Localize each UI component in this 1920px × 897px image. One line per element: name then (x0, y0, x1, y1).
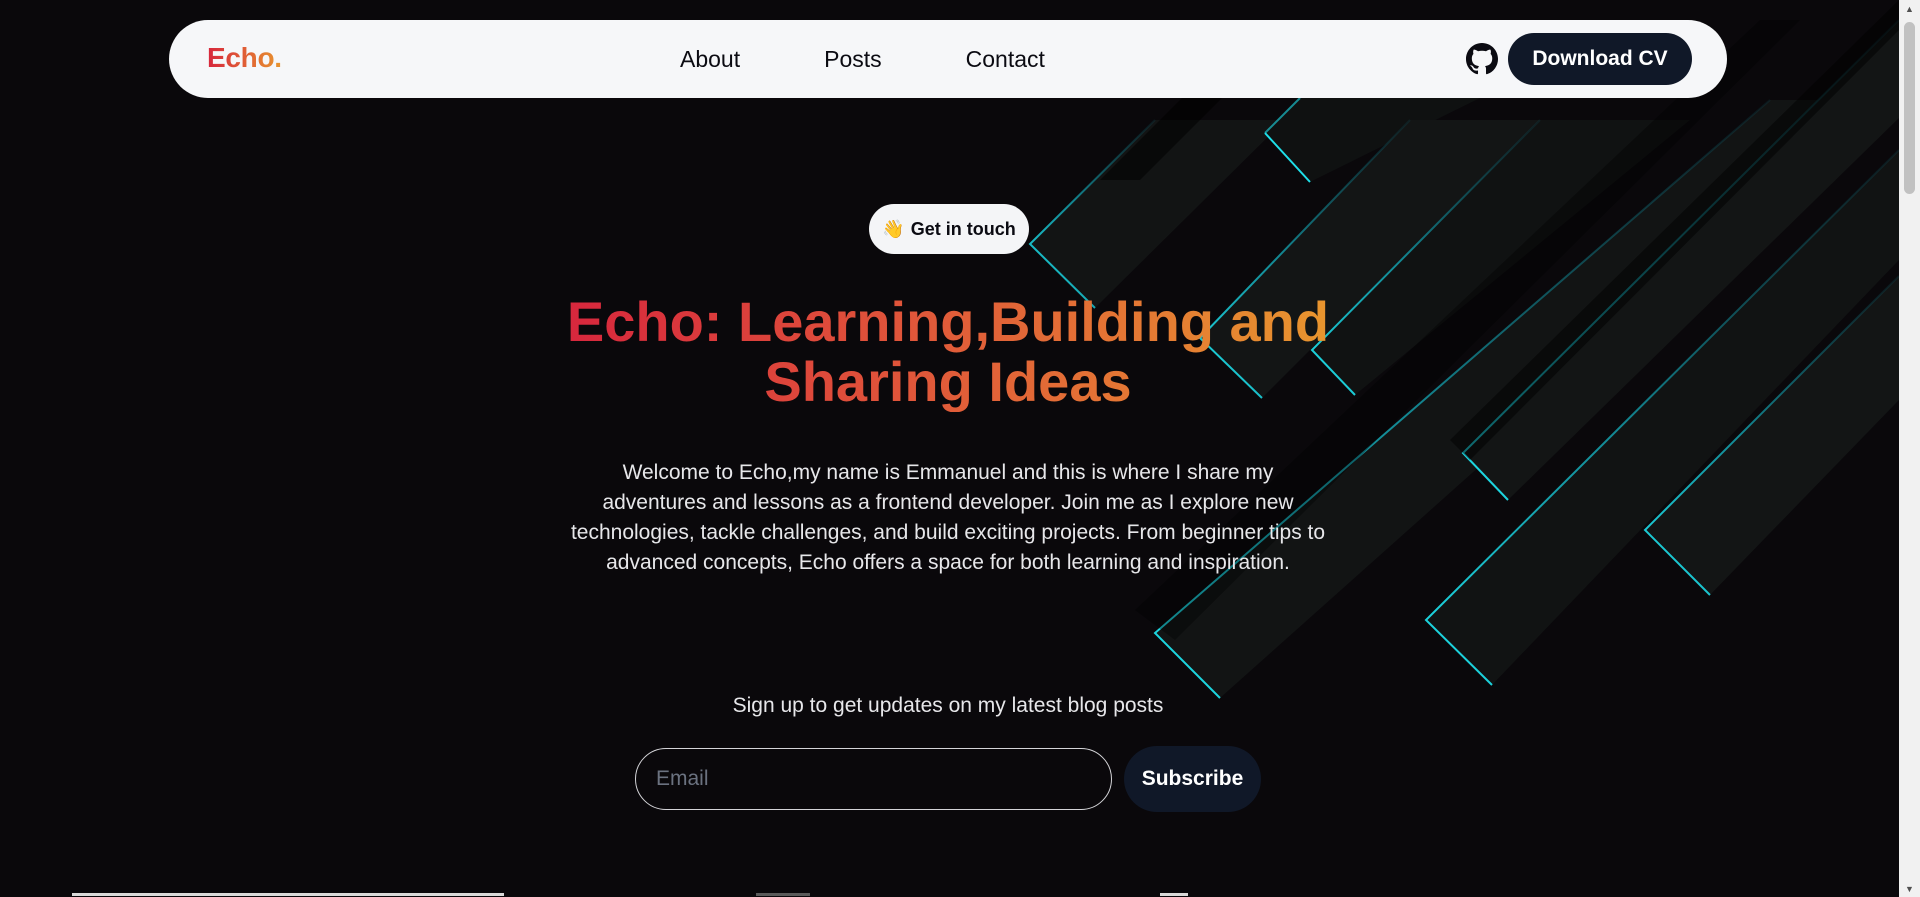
email-input[interactable] (635, 748, 1112, 810)
nav-link-contact[interactable]: Contact (966, 44, 1045, 74)
hero-description: Welcome to Echo,my name is Emmanuel and … (570, 461, 1326, 574)
hero-title-line-2: Sharing Ideas (764, 350, 1132, 413)
scroll-up-arrow-icon[interactable]: ▲ (1899, 0, 1920, 17)
page-viewport: Echo. About Posts Contact Download CV 👋 … (0, 0, 1899, 897)
waving-hand-icon: 👋 (882, 219, 905, 239)
logo[interactable]: Echo. (207, 42, 282, 74)
navbar: Echo. About Posts Contact Download CV (169, 20, 1727, 98)
get-in-touch-button[interactable]: 👋 Get in touch (869, 204, 1029, 254)
next-section-edge (0, 893, 1899, 897)
nav-links: About Posts Contact (680, 44, 1045, 74)
nav-link-posts[interactable]: Posts (824, 44, 882, 74)
hero-title: Echo: Learning,Building and Sharing Idea… (560, 292, 1336, 412)
scrollbar-thumb[interactable] (1904, 22, 1915, 194)
vertical-scrollbar[interactable]: ▲ ▼ (1899, 0, 1920, 897)
hero-title-line-1: Echo: Learning,Building and (566, 290, 1330, 353)
scroll-down-arrow-icon[interactable]: ▼ (1899, 880, 1920, 897)
nav-link-about[interactable]: About (680, 44, 740, 74)
github-icon[interactable] (1466, 43, 1498, 75)
signup-label: Sign up to get updates on my latest blog… (732, 694, 1164, 717)
get-in-touch-label: Get in touch (910, 218, 1016, 239)
subscribe-button[interactable]: Subscribe (1124, 746, 1261, 812)
download-cv-button[interactable]: Download CV (1508, 33, 1692, 85)
